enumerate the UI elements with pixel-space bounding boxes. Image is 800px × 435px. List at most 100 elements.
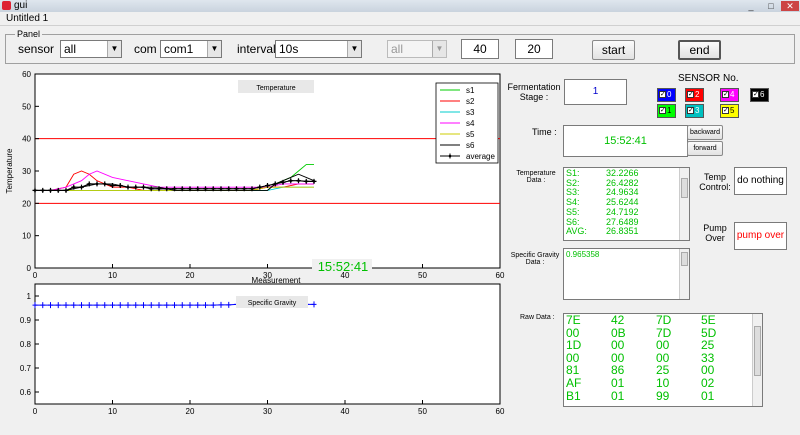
- sensor-no-title: SENSOR No.: [678, 73, 739, 84]
- legend-label-s1: s1: [466, 86, 475, 95]
- legend-label-s6: s6: [466, 141, 475, 150]
- average-point-dot: [281, 181, 285, 184]
- sensor-select[interactable]: all ▼: [60, 40, 122, 58]
- gravity-chart: 0 10 20 30 40 50 60 0.6 0.7 0.8 0.9 1 Specific Grav…: [20, 283, 505, 416]
- temperature-ytick-label: 40: [22, 135, 31, 144]
- raw-data-cell: 7E: [566, 313, 581, 327]
- checkmark-icon: ✓: [659, 91, 666, 99]
- average-point-dot: [235, 187, 238, 191]
- overlay-time-text: 15:52:41: [318, 259, 369, 274]
- temperature-chart: 0 10 20 30 40 50 600102030405060 Temperature T…: [5, 70, 505, 285]
- raw-data-cell: B1: [566, 388, 581, 403]
- gravity-xtick-label: 10: [108, 407, 117, 416]
- average-point-dot: [165, 187, 169, 191]
- chevron-down-icon: ▼: [347, 41, 361, 57]
- minimize-button[interactable]: _: [742, 1, 760, 11]
- average-point-dot: [196, 187, 200, 191]
- legend-label-average: average: [466, 152, 495, 161]
- temperature-scrollbar[interactable]: [679, 168, 689, 240]
- gravity-xtick-label: 30: [263, 407, 272, 416]
- raw-data-cell: 02: [701, 375, 715, 390]
- average-point-dot: [111, 184, 114, 187]
- sensor-checkbox-2[interactable]: ✓2: [685, 88, 704, 102]
- raw-data-cell: AF: [566, 375, 582, 390]
- average-point-dot: [126, 185, 130, 189]
- average-point-dot: [95, 182, 99, 186]
- sensor-checkbox-0[interactable]: ✓0: [657, 88, 676, 102]
- temperature-xtick-label: 60: [496, 271, 505, 280]
- temperature-ytick-label: 10: [22, 232, 31, 241]
- raw-data-scrollbar[interactable]: [752, 314, 762, 406]
- temperature-data-row: AVG: 26.8351: [566, 226, 639, 237]
- interval-select-value: 10s: [279, 42, 299, 56]
- raw-data-box[interactable]: 7E 42 7D 5E 00 0B 7D 5D 1D 00 00 25 00 00 00 33 81 86 25 00…: [563, 313, 763, 407]
- checkmark-icon: ✓: [659, 107, 666, 115]
- average-point-dot: [204, 187, 207, 191]
- sensor-checkbox-4[interactable]: ✓4: [720, 88, 739, 102]
- gravity-ytick-label: 0.6: [20, 388, 32, 397]
- average-point-dot: [266, 184, 269, 187]
- gravity-xtick-label: 40: [341, 407, 350, 416]
- average-point-dot: [258, 185, 262, 189]
- edit-field-2[interactable]: 20: [515, 39, 553, 59]
- interval-label: interval: [237, 42, 276, 56]
- forward-button[interactable]: forward: [687, 141, 723, 156]
- temperature-xtick-label: 0: [33, 271, 38, 280]
- average-point-dot: [41, 189, 45, 192]
- sensor-select-value: all: [64, 42, 77, 56]
- pump-over-label: Pump Over: [703, 223, 727, 243]
- edit-field-1[interactable]: 40: [461, 39, 499, 59]
- sensor-checkbox-6[interactable]: ✓6: [750, 88, 769, 102]
- temperature-title-text: Temperature: [256, 85, 295, 92]
- raw-data-cell: 00: [611, 338, 625, 353]
- average-point-dot: [142, 185, 145, 189]
- average-point-dot: [180, 187, 184, 191]
- raw-data-cell: 1D: [566, 338, 582, 353]
- average-point-dot: [289, 179, 293, 182]
- temperature-ytick-label: 50: [22, 102, 31, 111]
- raw-data-cell: 42: [611, 313, 625, 327]
- average-point-dot: [250, 187, 254, 191]
- time-label: Time :: [532, 127, 557, 137]
- average-point-dot: [87, 182, 91, 186]
- raw-data-label: Raw Data :: [520, 314, 555, 321]
- average-point-dot: [33, 189, 37, 192]
- sensor-checkbox-1[interactable]: ✓1: [657, 104, 676, 118]
- chevron-down-icon: ▼: [107, 41, 121, 57]
- close-button[interactable]: ✕: [781, 1, 799, 11]
- end-button[interactable]: end: [678, 40, 721, 60]
- gravity-scrollbar[interactable]: [679, 249, 689, 299]
- specific-gravity-label: Specific Gravity Data :: [510, 252, 560, 266]
- window-title: gui: [14, 0, 28, 11]
- specific-gravity-box[interactable]: 0.965358: [563, 248, 690, 300]
- temperature-xtick-label: 20: [186, 271, 195, 280]
- sensor-number: 0: [667, 90, 672, 99]
- maximize-button[interactable]: □: [762, 1, 780, 11]
- start-button[interactable]: start: [592, 40, 635, 60]
- temperature-ytick-label: 20: [22, 199, 31, 208]
- disabled-select-value: all: [391, 42, 404, 56]
- interval-select[interactable]: 10s ▼: [275, 40, 362, 58]
- raw-data-cell: 01: [701, 388, 715, 403]
- backward-button[interactable]: backward: [687, 125, 723, 140]
- fermentation-stage-value[interactable]: 1: [564, 79, 627, 105]
- raw-data-cell: 5E: [701, 313, 716, 327]
- disabled-select: all ▼: [387, 40, 447, 58]
- temperature-ytick-label: 0: [27, 264, 32, 273]
- chevron-down-icon: ▼: [207, 41, 221, 57]
- sensor-checkbox-5[interactable]: ✓5: [720, 104, 739, 118]
- average-point-dot: [80, 185, 83, 189]
- temperature-data-label: Temperature Data :: [516, 170, 556, 184]
- specific-gravity-value: 0.965358: [566, 250, 600, 259]
- sensor-number: 1: [667, 106, 672, 115]
- panel-title: Panel: [15, 29, 43, 39]
- temperature-axes: [34, 73, 501, 269]
- temperature-data-box[interactable]: S1: 32.2266 S2: 26.4282 S3: 24.9634 S4: 25.6244…: [563, 167, 690, 241]
- matlab-figure-icon: [2, 1, 11, 10]
- com-select[interactable]: com1 ▼: [160, 40, 222, 58]
- sensor-checkbox-3[interactable]: ✓3: [685, 104, 704, 118]
- temperature-ytick-label: 60: [22, 70, 31, 79]
- pump-over-value: pump over: [734, 222, 787, 250]
- average-point-dot: [227, 187, 231, 191]
- sensor-number: 3: [695, 106, 700, 115]
